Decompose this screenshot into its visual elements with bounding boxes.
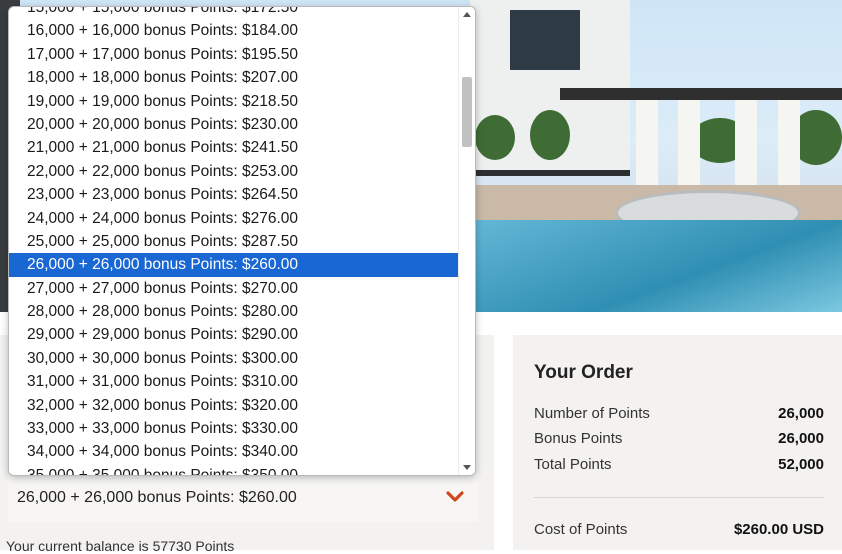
- points-select[interactable]: 26,000 + 26,000 bonus Points: $260.00: [8, 474, 478, 522]
- curtain: [636, 100, 658, 195]
- dropdown-option[interactable]: 23,000 + 23,000 bonus Points: $264.50: [9, 183, 458, 206]
- dropdown-option[interactable]: 24,000 + 24,000 bonus Points: $276.00: [9, 207, 458, 230]
- curtain: [735, 100, 757, 195]
- order-row-label: Total Points: [534, 456, 612, 473]
- dropdown-option[interactable]: 18,000 + 18,000 bonus Points: $207.00: [9, 66, 458, 89]
- dropdown-scrollbar[interactable]: [458, 7, 475, 475]
- order-row-total-points: Total Points 52,000: [534, 456, 824, 478]
- dropdown-option[interactable]: 25,000 + 25,000 bonus Points: $287.50: [9, 230, 458, 253]
- order-row-value: 26,000: [778, 405, 824, 422]
- dropdown-option[interactable]: 20,000 + 20,000 bonus Points: $230.00: [9, 113, 458, 136]
- points-select-value: 26,000 + 26,000 bonus Points: $260.00: [17, 489, 297, 506]
- curtain: [778, 100, 800, 195]
- dropdown-option[interactable]: 22,000 + 22,000 bonus Points: $253.00: [9, 160, 458, 183]
- order-row-value: 26,000: [778, 430, 824, 447]
- points-dropdown-list[interactable]: 15,000 + 15,000 bonus Points: $172.50 16,…: [8, 6, 476, 476]
- scroll-down-arrow-icon[interactable]: [463, 465, 471, 470]
- curtain: [678, 100, 700, 195]
- dropdown-option[interactable]: 19,000 + 19,000 bonus Points: $218.50: [9, 90, 458, 113]
- dropdown-option[interactable]: 26,000 + 26,000 bonus Points: $260.00: [9, 253, 458, 277]
- dropdown-option[interactable]: 16,000 + 16,000 bonus Points: $184.00: [9, 19, 458, 42]
- dropdown-option[interactable]: 32,000 + 32,000 bonus Points: $320.00: [9, 394, 458, 417]
- balance-text: Your current balance is 57730 Points: [6, 538, 235, 554]
- tree: [530, 110, 570, 160]
- dropdown-option[interactable]: 31,000 + 31,000 bonus Points: $310.00: [9, 370, 458, 393]
- dropdown-option[interactable]: 28,000 + 28,000 bonus Points: $280.00: [9, 300, 458, 323]
- order-title: Your Order: [534, 362, 633, 383]
- order-row-number-of-points: Number of Points 26,000: [534, 405, 824, 427]
- order-row-label: Number of Points: [534, 405, 650, 422]
- dropdown-option[interactable]: 30,000 + 30,000 bonus Points: $300.00: [9, 347, 458, 370]
- dropdown-options: 15,000 + 15,000 bonus Points: $172.50 16,…: [9, 7, 458, 475]
- dropdown-option[interactable]: 33,000 + 33,000 bonus Points: $330.00: [9, 417, 458, 440]
- dropdown-option[interactable]: 29,000 + 29,000 bonus Points: $290.00: [9, 323, 458, 346]
- dropdown-option[interactable]: 15,000 + 15,000 bonus Points: $172.50: [9, 7, 458, 19]
- order-row-cost: Cost of Points $260.00 USD: [534, 521, 824, 543]
- tree: [475, 115, 515, 160]
- order-summary-card: Your Order Number of Points 26,000 Bonus…: [513, 335, 842, 550]
- villa-window: [510, 10, 580, 70]
- order-row-value: 52,000: [778, 456, 824, 473]
- pergola: [560, 88, 842, 100]
- order-row-bonus-points: Bonus Points 26,000: [534, 430, 824, 452]
- scroll-up-arrow-icon[interactable]: [463, 12, 471, 17]
- scroll-thumb[interactable]: [462, 77, 472, 147]
- pool: [470, 220, 842, 312]
- cost-value: $260.00 USD: [733, 521, 824, 538]
- dropdown-option[interactable]: 34,000 + 34,000 bonus Points: $340.00: [9, 440, 458, 463]
- dropdown-option[interactable]: 21,000 + 21,000 bonus Points: $241.50: [9, 136, 458, 159]
- order-row-label: Bonus Points: [534, 430, 623, 447]
- dropdown-option[interactable]: 35,000 + 35,000 bonus Points: $350.00: [9, 464, 458, 475]
- order-divider: [534, 497, 824, 498]
- cost-label: Cost of Points: [534, 521, 628, 538]
- chevron-down-icon[interactable]: [446, 490, 464, 504]
- dropdown-option[interactable]: 17,000 + 17,000 bonus Points: $195.50: [9, 43, 458, 66]
- dropdown-option[interactable]: 27,000 + 27,000 bonus Points: $270.00: [9, 277, 458, 300]
